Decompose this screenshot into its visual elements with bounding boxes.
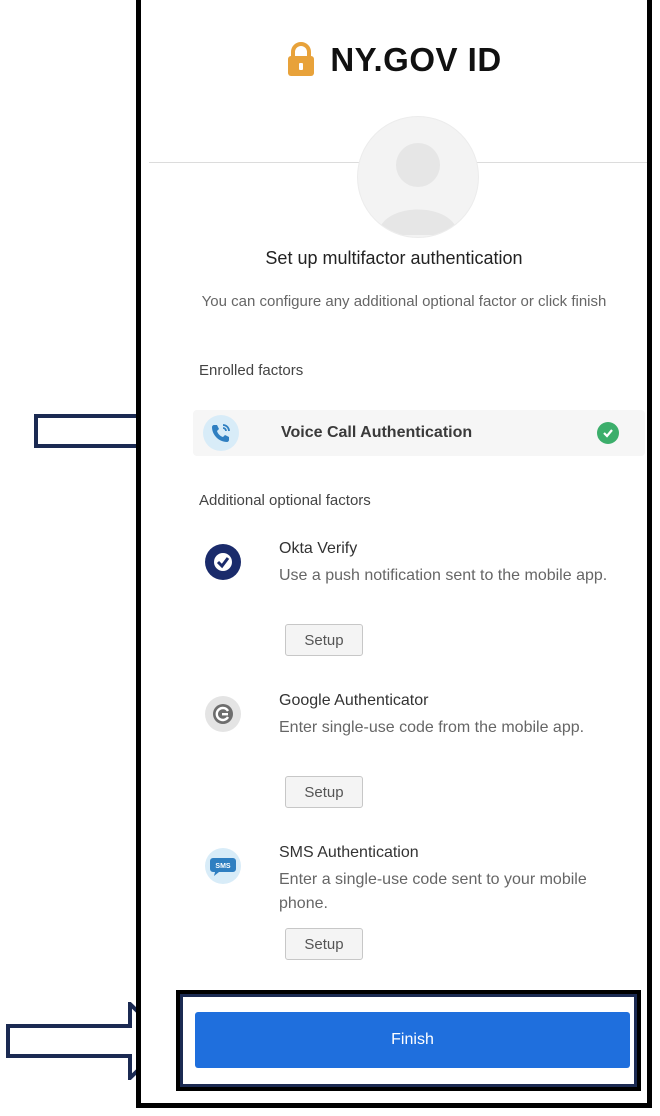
voice-call-icon bbox=[203, 415, 239, 451]
okta-verify-icon bbox=[205, 544, 241, 580]
mfa-card: NY.GOV ID Set up multifactor authenticat… bbox=[136, 0, 652, 1108]
factor-description: Use a push notification sent to the mobi… bbox=[279, 567, 608, 584]
page-subtitle: You can configure any additional optiona… bbox=[201, 293, 607, 310]
factor-google-authenticator: Google Authenticator Enter single-use co… bbox=[199, 692, 639, 812]
lock-icon bbox=[288, 42, 315, 76]
check-circle-icon bbox=[597, 422, 619, 444]
sms-icon: SMS bbox=[205, 848, 241, 884]
brand-title: NY.GOV ID bbox=[330, 41, 502, 78]
svg-text:SMS: SMS bbox=[215, 863, 231, 870]
factor-okta-verify: Okta Verify Use a push notification sent… bbox=[199, 540, 639, 660]
setup-okta-verify-button[interactable]: Setup bbox=[285, 624, 363, 656]
enrolled-factor-name: Voice Call Authentication bbox=[281, 424, 473, 441]
factor-name: Okta Verify bbox=[279, 540, 358, 557]
user-silhouette-icon bbox=[378, 143, 458, 235]
factor-name: Google Authenticator bbox=[279, 692, 429, 709]
setup-sms-authentication-button[interactable]: Setup bbox=[285, 928, 363, 960]
avatar bbox=[357, 116, 479, 238]
additional-factors-label: Additional optional factors bbox=[199, 492, 371, 509]
google-authenticator-icon bbox=[205, 696, 241, 732]
factor-name: SMS Authentication bbox=[279, 844, 419, 861]
enrolled-factor-row: Voice Call Authentication bbox=[193, 410, 645, 456]
enrolled-factors-label: Enrolled factors bbox=[199, 362, 304, 379]
factor-description: Enter a single-use code sent to your mob… bbox=[279, 871, 587, 912]
brand-header: NY.GOV ID bbox=[141, 36, 647, 84]
setup-google-authenticator-button[interactable]: Setup bbox=[285, 776, 363, 808]
finish-button[interactable]: Finish bbox=[195, 1012, 630, 1068]
page-title: Set up multifactor authentication bbox=[265, 248, 523, 268]
factor-description: Enter single-use code from the mobile ap… bbox=[279, 719, 585, 736]
factor-sms-authentication: SMS SMS Authentication Enter a single-us… bbox=[199, 844, 639, 964]
